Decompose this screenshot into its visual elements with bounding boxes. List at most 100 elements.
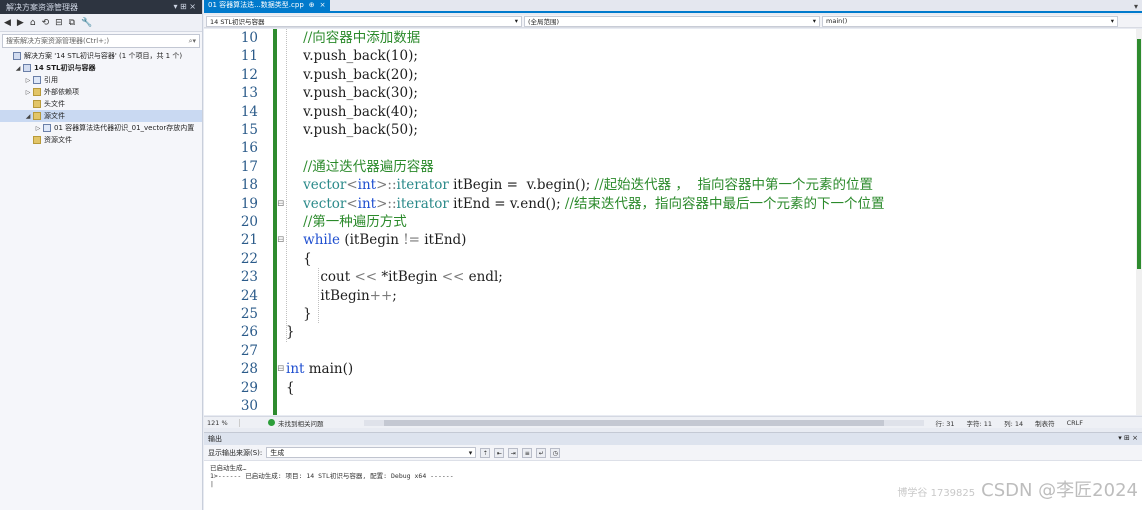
next-message-icon[interactable]: ⇥ [508,447,519,458]
code-line[interactable]: 21 while (itBegin != itEnd) ⊟ [204,231,1138,249]
tree-item[interactable]: 资源文件 [0,134,202,146]
line-number: 15 [240,122,258,138]
editor-navigation-bar: 14 STL初识与容器 ▾ (全局范围) ▾ main() ▾ [204,15,1142,28]
code-line[interactable]: 11 v.push_back(10); [204,47,1138,65]
tree-item[interactable]: ▷ 01 容器算法迭代器初识_01_vector存放内置 [0,122,202,134]
line-number: 22 [240,250,258,267]
tree-item-label: 14 STL初识与容器 [34,64,96,72]
back-icon[interactable]: ◀ [4,18,11,28]
code-line[interactable]: 12 v.push_back(20); [204,66,1138,84]
tree-item[interactable]: 头文件 [0,98,202,110]
code-line[interactable]: 20 //第一种遍历方式 [204,213,1138,231]
fold-toggle-icon[interactable]: ⊟ [277,231,285,249]
line-number: 13 [240,85,258,102]
tab-label: 01 容器算法迭...数据类型.cpp [208,1,304,9]
watermark: 博学谷 1739825 CSDN @李匠2024 [897,476,1138,502]
output-source-value: 生成 [270,448,285,457]
issues-indicator[interactable]: 未找到相关问题 [268,418,324,428]
line-ending[interactable]: CRLF [1067,419,1083,427]
solution-search-input[interactable]: 搜索解决方案资源管理器(Ctrl+;) ⌕▾ [2,34,200,48]
panel-controls-icon[interactable]: ▾ ⊞ × [1118,434,1138,444]
tree-item[interactable]: 解决方案 '14 STL初识与容器' (1 个项目，共 1 个) [0,50,202,62]
indent-mode[interactable]: 制表符 [1035,418,1055,428]
code-line[interactable]: 25 } [204,305,1138,323]
folder-icon [33,136,41,144]
line-number: 18 [240,177,258,194]
editor-vertical-scrollbar[interactable] [1136,29,1142,415]
tab-overflow-icon[interactable]: ▾ [1134,2,1142,11]
editor-status-strip: 121 % 未找到相关问题 行: 31 字符: 11 列: 14 制表符 CRL… [204,416,1142,428]
code-line[interactable]: 19 vector<int>::iterator itEnd = v.end()… [204,195,1138,213]
code-text: vector<int>::iterator itEnd = v.end(); /… [303,195,885,212]
line-number: 23 [240,269,258,286]
code-line[interactable]: 15 v.push_back(50); [204,121,1138,139]
project-dropdown-value: 14 STL初识与容器 [210,18,265,26]
code-text: itBegin++; [286,287,397,304]
code-line[interactable]: 23 cout << *itBegin << endl; [204,268,1138,286]
code-line[interactable]: 29 { [204,379,1138,397]
code-line[interactable]: 13 v.push_back(30); [204,84,1138,102]
code-text: //通过迭代器遍历容器 [303,158,434,175]
collapse-icon[interactable]: ⊟ [55,18,63,28]
zoom-level[interactable]: 121 % [204,418,240,427]
properties-icon[interactable]: 🔧 [81,18,92,28]
tree-item[interactable]: ▷ 外部依赖项 [0,86,202,98]
function-dropdown-value: main() [826,17,848,25]
tab-active-file[interactable]: 01 容器算法迭...数据类型.cpp ⊕ × [204,0,330,11]
line-number: 17 [240,158,258,175]
tree-item[interactable]: ▷ 引用 [0,74,202,86]
forward-icon[interactable]: ▶ [17,18,24,28]
code-text: { [286,379,295,396]
expand-arrow-icon[interactable]: ▷ [24,89,32,96]
clock-icon[interactable]: ◷ [550,447,561,458]
tree-item[interactable]: ◢ 源文件 [0,110,202,122]
code-line[interactable]: 26} [204,323,1138,341]
code-line[interactable]: 22 { [204,250,1138,268]
word-wrap-icon[interactable]: ↵ [536,447,547,458]
clear-all-icon[interactable]: ≡ [522,447,533,458]
show-all-icon[interactable]: ⧉ [69,18,75,28]
prev-message-icon[interactable]: ⇤ [494,447,505,458]
scope-dropdown[interactable]: (全局范围) ▾ [524,15,820,27]
code-line[interactable]: 18 vector<int>::iterator itBegin = v.beg… [204,176,1138,194]
line-number: 11 [240,48,258,65]
editor-horizontal-scrollbar[interactable] [363,419,924,426]
tab-pin-icon[interactable]: ⊕ [309,1,315,9]
editor-tab-bar: 01 容器算法迭...数据类型.cpp ⊕ × ▾ [204,0,1142,13]
expand-arrow-icon[interactable]: ◢ [24,113,32,120]
cursor-col: 列: 14 [1004,419,1024,428]
tree-item-label: 引用 [44,76,58,84]
expand-arrow-icon[interactable]: ▷ [34,125,42,132]
tree-item[interactable]: ◢ 14 STL初识与容器 [0,62,202,74]
pin-icon[interactable]: ▾ ⊞ × [173,2,196,12]
fold-toggle-icon[interactable]: ⊟ [277,360,285,378]
fold-toggle-icon[interactable]: ⊟ [277,195,285,213]
code-line[interactable]: 16 [204,139,1138,157]
code-line[interactable]: 14 v.push_back(40); [204,103,1138,121]
project-icon [23,64,31,72]
code-line[interactable]: 30 [204,397,1138,415]
code-line[interactable]: 27 [204,342,1138,360]
scrollbar-thumb[interactable] [1137,39,1141,269]
code-line[interactable]: 17 //通过迭代器遍历容器 [204,158,1138,176]
code-line[interactable]: 28 int main() ⊟ [204,360,1138,378]
code-text: } [286,324,295,341]
scrollbar-thumb[interactable] [383,419,884,426]
project-dropdown[interactable]: 14 STL初识与容器 ▾ [206,15,522,27]
sync-icon[interactable]: ⟲ [42,18,50,28]
line-number: 20 [240,214,258,230]
line-number: 27 [240,342,258,359]
code-text: v.push_back(30); [286,85,418,102]
search-icon[interactable]: ⌕▾ [189,37,196,46]
expand-arrow-icon[interactable]: ◢ [14,65,22,72]
tab-close-icon[interactable]: × [320,1,326,9]
home-icon[interactable]: ⌂ [30,18,36,28]
indent-guide [318,268,319,324]
expand-arrow-icon[interactable]: ▷ [24,77,32,84]
code-editor[interactable]: 10 //向容器中添加数据 11 v.push_back(10); 12 v.pus… [204,29,1138,415]
output-source-dropdown[interactable]: 生成 ▾ [266,447,477,458]
find-message-icon[interactable]: ⇡ [480,447,491,458]
code-line[interactable]: 10 //向容器中添加数据 [204,29,1138,47]
function-dropdown[interactable]: main() ▾ [822,15,1118,27]
code-line[interactable]: 24 itBegin++; [204,287,1138,305]
